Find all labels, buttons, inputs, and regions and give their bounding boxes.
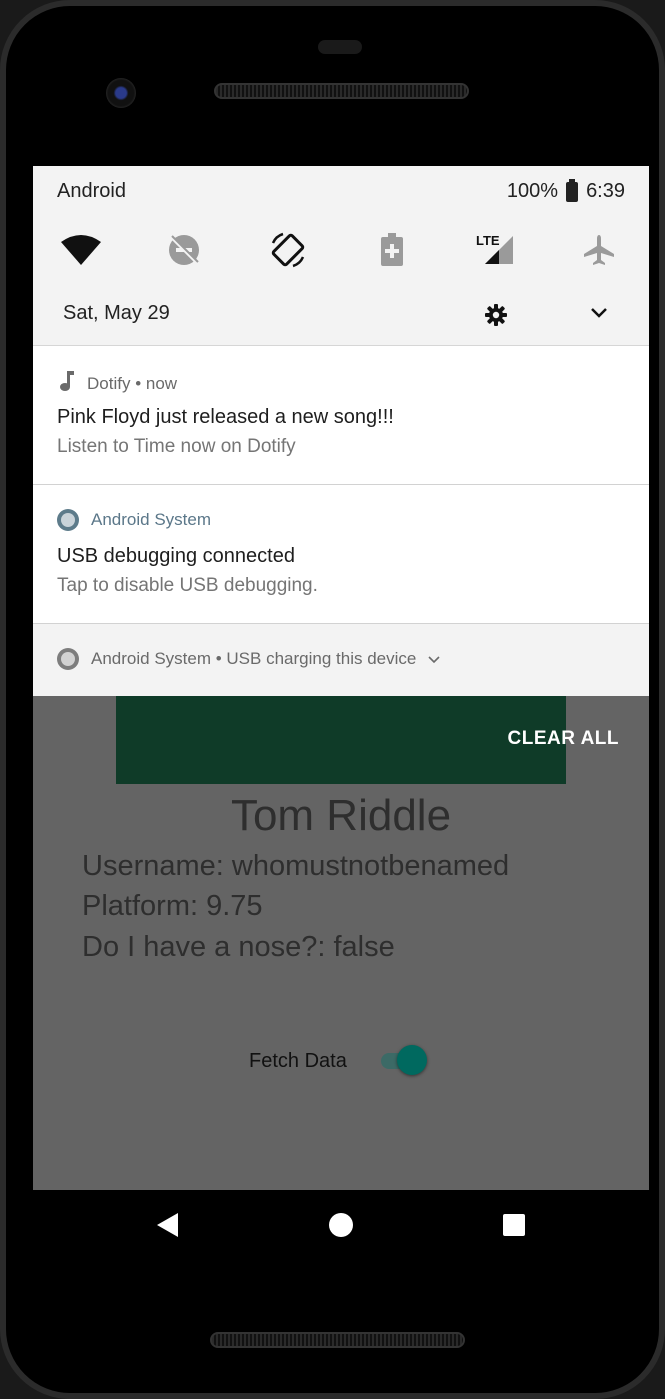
notification-shade: Android 100% 6:39 LTE Sat, May 29 Dotify… <box>33 166 649 696</box>
notification-title: USB debugging connected <box>57 545 295 567</box>
platform-text: Platform: 9.75 <box>82 890 263 922</box>
notification-app-name: Dotify <box>87 373 131 393</box>
notification-body: Tap to disable USB debugging. <box>57 575 318 596</box>
front-camera <box>106 78 136 108</box>
notification-header: Dotify • now <box>57 370 177 397</box>
earpiece-slot <box>318 40 362 54</box>
username-text: Username: whomustnotbenamed <box>82 850 510 882</box>
device-screen: Tom Riddle Username: whomustnotbenamed P… <box>33 166 649 1190</box>
notification-app-name: Android System <box>91 510 211 529</box>
wifi-icon[interactable] <box>61 230 101 270</box>
notification-title: Pink Floyd just released a new song!!! <box>57 406 394 428</box>
status-bar: Android 100% 6:39 <box>33 166 649 216</box>
notification-header: Android System • USB charging this devic… <box>57 648 440 670</box>
profile-name: Tom Riddle <box>230 791 452 840</box>
battery-icon <box>566 178 579 202</box>
battery-percent: 100% <box>506 180 559 202</box>
date-row: Sat, May 29 <box>33 282 649 346</box>
status-right: 100% 6:39 <box>506 178 625 203</box>
notification-usb-debugging[interactable]: Android System USB debugging connected T… <box>33 485 649 624</box>
bottom-speaker-grille <box>210 1332 465 1348</box>
notification-time: • now <box>130 373 178 393</box>
clear-all-button[interactable]: CLEAR ALL <box>508 728 619 750</box>
notification-body: Listen to Time now on Dotify <box>57 436 296 457</box>
android-system-icon <box>57 648 79 670</box>
battery-saver-icon[interactable] <box>372 230 412 270</box>
notification-dotify[interactable]: Dotify • now Pink Floyd just released a … <box>33 346 649 485</box>
lte-label: LTE <box>476 233 500 248</box>
android-system-icon <box>57 509 79 531</box>
nose-text: Do I have a nose?: false <box>82 931 395 963</box>
chevron-down-icon[interactable] <box>428 649 440 669</box>
phone-frame: Tom Riddle Username: whomustnotbenamed P… <box>0 0 665 1399</box>
music-note-icon <box>57 370 75 397</box>
date-label: Sat, May 29 <box>63 302 170 324</box>
notification-header: Android System <box>57 509 211 531</box>
notification-summary: • USB charging this device <box>211 649 417 668</box>
recent-apps-icon[interactable] <box>503 1214 525 1236</box>
back-icon[interactable] <box>156 1212 180 1243</box>
fetch-data-label: Fetch Data <box>249 1050 347 1072</box>
clock: 6:39 <box>586 180 625 202</box>
quick-settings-row: LTE <box>33 216 649 282</box>
fetch-data-switch[interactable] <box>397 1045 427 1075</box>
settings-gear-icon[interactable] <box>485 304 507 331</box>
notification-usb-charging[interactable]: Android System • USB charging this devic… <box>33 624 649 696</box>
auto-rotate-icon[interactable] <box>268 230 308 270</box>
chevron-down-icon[interactable] <box>589 306 609 325</box>
notification-app-name: Android System <box>91 649 211 668</box>
do-not-disturb-off-icon[interactable] <box>164 230 204 270</box>
carrier-label: Android <box>57 180 126 202</box>
top-speaker-grille <box>214 83 469 99</box>
lte-signal-icon[interactable]: LTE <box>473 230 517 270</box>
profile-banner-image <box>116 686 566 784</box>
home-icon[interactable] <box>329 1213 353 1237</box>
airplane-mode-icon[interactable] <box>579 230 619 270</box>
